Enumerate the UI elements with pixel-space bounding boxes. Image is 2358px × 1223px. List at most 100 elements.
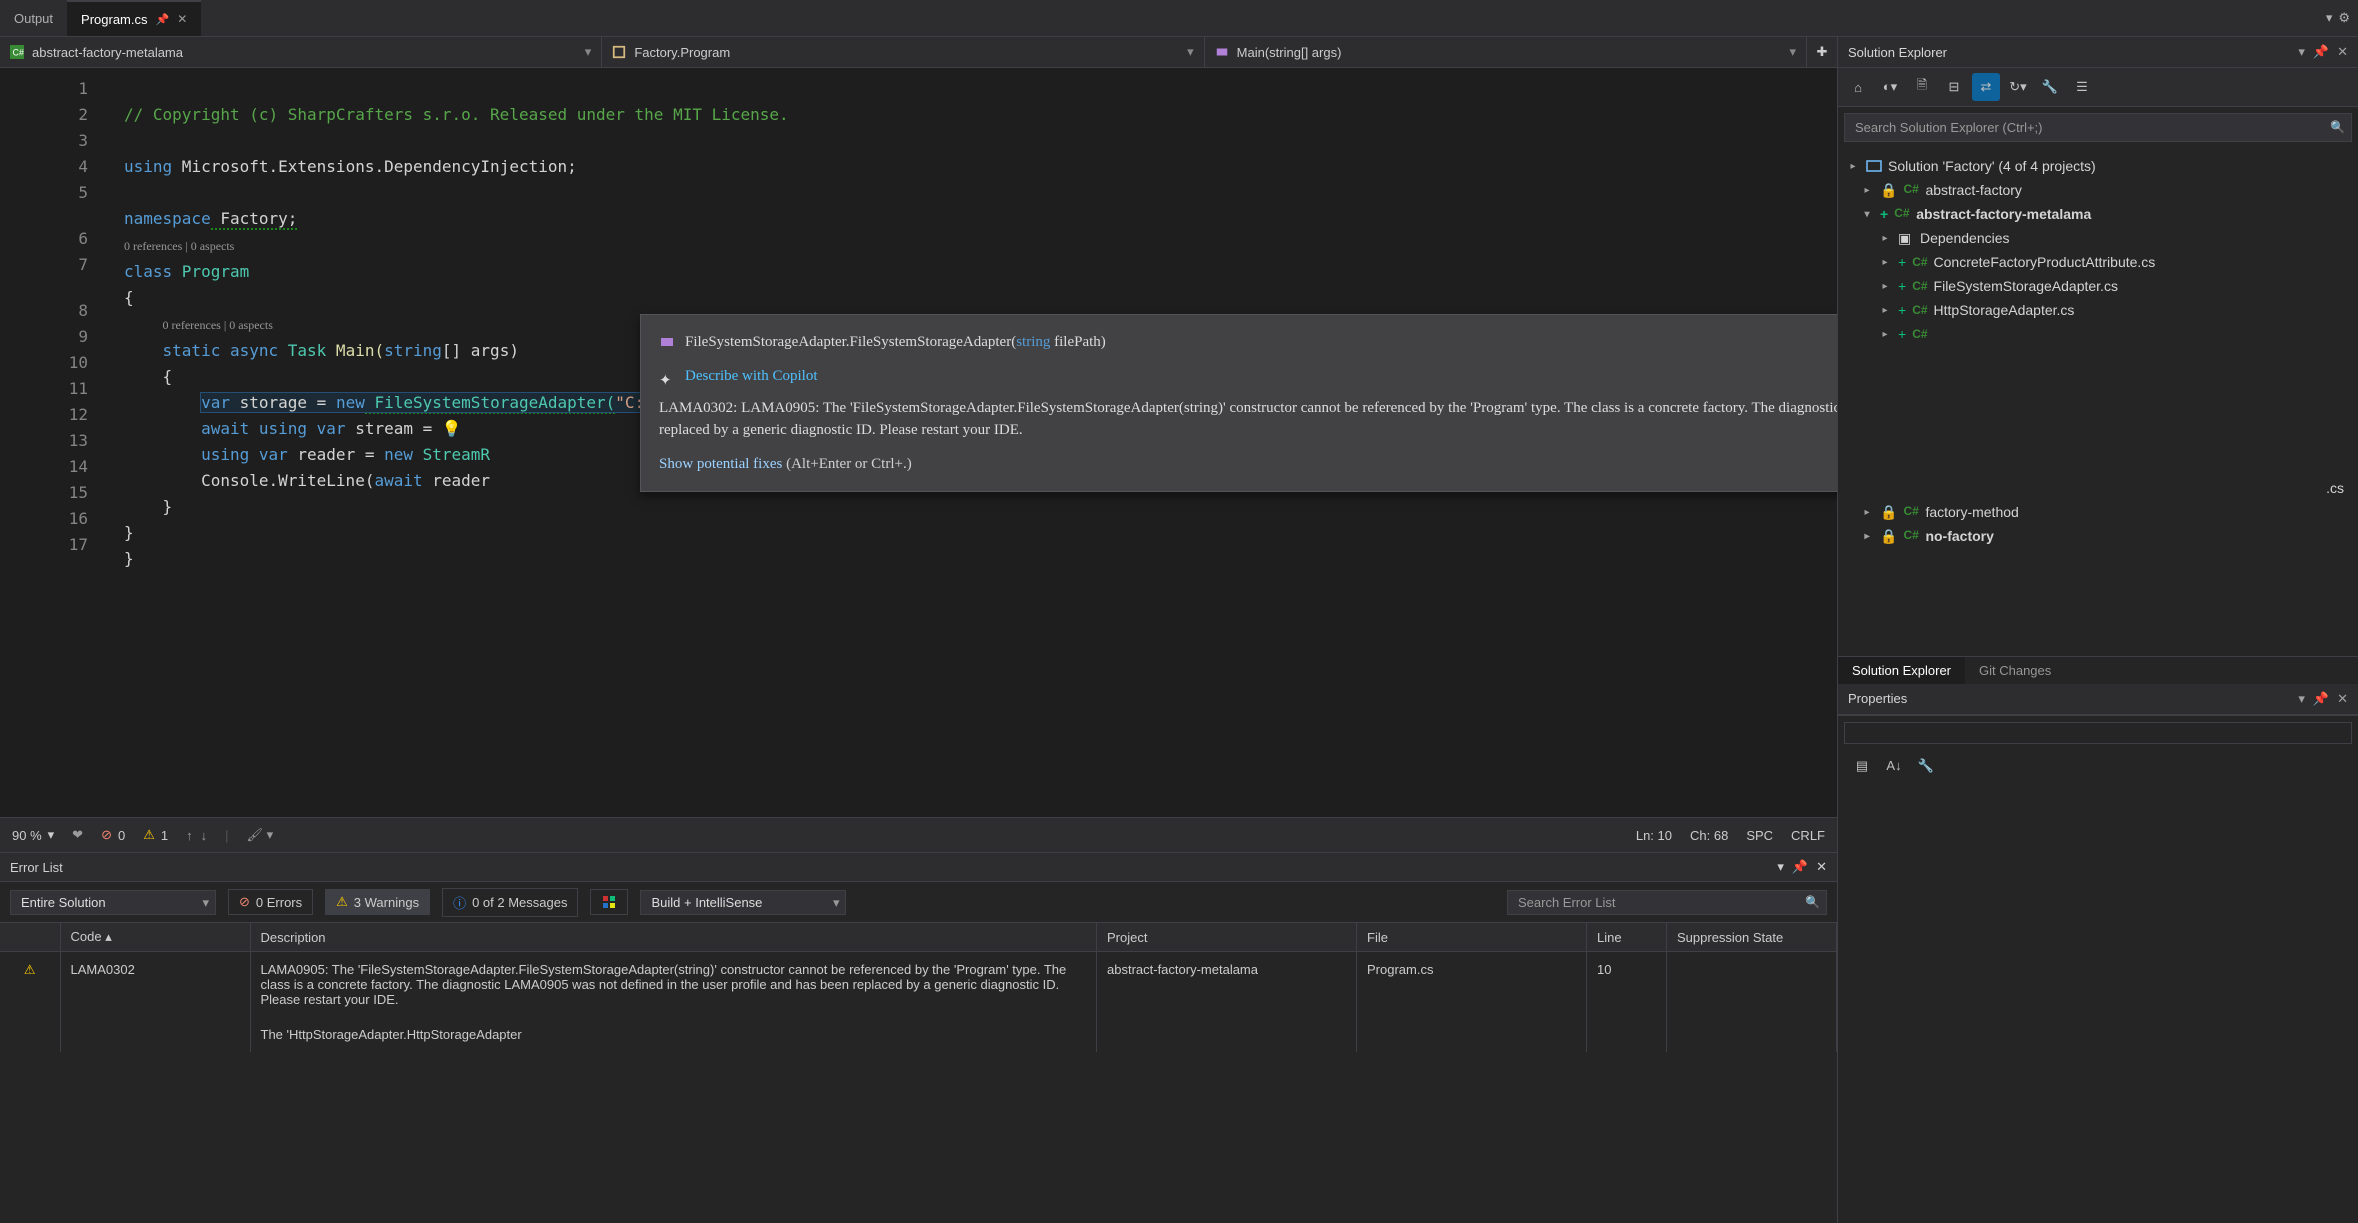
sync-with-document-icon[interactable]: ⇄ <box>1972 73 2000 101</box>
close-icon[interactable]: ✕ <box>1816 859 1827 875</box>
errors-toggle[interactable]: ⊘0 Errors <box>228 889 313 915</box>
method-icon <box>659 334 675 350</box>
warning-icon: ⚠ <box>24 962 36 977</box>
chevron-down-icon[interactable]: ▾ <box>2298 691 2305 707</box>
warning-count[interactable]: ⚠1 <box>143 827 168 843</box>
solution-icon <box>1866 158 1882 174</box>
col-code[interactable]: Code ▴ <box>60 923 250 952</box>
pin-icon[interactable]: 📌 <box>1792 859 1808 875</box>
tab-overflow-icon[interactable]: ▾ <box>2326 10 2333 26</box>
close-icon[interactable]: ✕ <box>2337 44 2348 60</box>
wrench-icon[interactable]: 🔧 <box>2036 73 2064 101</box>
codelens[interactable]: 0 references | 0 aspects <box>124 239 234 253</box>
nav-project-dropdown[interactable]: C# abstract-factory-metalama ▾ <box>0 37 602 67</box>
refresh-icon[interactable]: ↻▾ <box>2004 73 2032 101</box>
chevron-down-icon[interactable]: ▾ <box>1777 859 1784 875</box>
build-icon <box>601 894 617 910</box>
zoom-level[interactable]: 90 % ▾ <box>12 827 54 843</box>
lightbulb-icon[interactable]: 💡 <box>442 419 462 438</box>
properties-icon[interactable]: ☰ <box>2068 73 2096 101</box>
csharp-project-icon: C# <box>10 45 24 59</box>
line-indicator[interactable]: Ln: 10 <box>1636 828 1672 843</box>
char-indicator[interactable]: Ch: 68 <box>1690 828 1728 843</box>
arrow-up-icon[interactable]: ↑ <box>186 828 193 843</box>
project-node[interactable]: ▾+ C# abstract-factory-metalama <box>1842 202 2354 226</box>
panel-tabs: Solution Explorer Git Changes <box>1838 656 2358 684</box>
tab-output[interactable]: Output <box>0 0 67 36</box>
categorize-icon[interactable]: ▤ <box>1848 752 1876 780</box>
table-row[interactable]: The 'HttpStorageAdapter.HttpStorageAdapt… <box>0 1017 1837 1052</box>
col-file[interactable]: File <box>1357 923 1587 952</box>
project-node[interactable]: ▸🔒 C# no-factory <box>1842 524 2354 548</box>
solution-explorer-title: Solution Explorer ▾ 📌 ✕ <box>1838 37 2358 68</box>
pin-icon[interactable]: 📌 <box>156 13 170 26</box>
build-order-toggle[interactable] <box>590 889 628 915</box>
warnings-toggle[interactable]: ⚠3 Warnings <box>325 889 430 915</box>
file-node[interactable]: ▸+C# HttpStorageAdapter.cs <box>1842 298 2354 322</box>
arrow-down-icon[interactable]: ↓ <box>201 828 208 843</box>
error-list-panel: Error List ▾ 📌 ✕ Entire Solution ⊘0 Erro… <box>0 852 1837 1223</box>
line-number-gutter: 1234 567 89 10111213 14151617 <box>0 68 98 817</box>
col-line[interactable]: Line <box>1587 923 1667 952</box>
close-icon[interactable]: ✕ <box>177 12 187 26</box>
svg-text:C#: C# <box>13 48 24 58</box>
signature-text: FileSystemStorageAdapter.FileSystemStora… <box>685 329 1106 355</box>
file-node[interactable]: ▸+C# <box>1842 322 2354 346</box>
solution-explorer-toolbar: ⌂ ◐▾ 🗎 ⊟ ⇄ ↻▾ 🔧 ☰ <box>1838 68 2358 107</box>
col-description[interactable]: Description <box>250 923 1097 952</box>
table-row[interactable]: ⚠ LAMA0302 LAMA0905: The 'FileSystemStor… <box>0 952 1837 1018</box>
health-icon[interactable]: ❤ <box>72 827 83 843</box>
nav-member-dropdown[interactable]: Main(string[] args) ▾ <box>1205 37 1807 67</box>
switch-views-icon[interactable]: ◐▾ <box>1876 73 1904 101</box>
brush-icon[interactable]: 🖌 ▾ <box>247 827 274 843</box>
codelens[interactable]: 0 references | 0 aspects <box>163 318 273 332</box>
alphabetical-icon[interactable]: A↓ <box>1880 752 1908 780</box>
csharp-project-icon: C# <box>1903 182 1919 198</box>
method-icon <box>1215 45 1229 59</box>
open-file-icon[interactable]: 🗎 <box>1908 73 1936 101</box>
pin-icon[interactable]: 📌 <box>2313 691 2329 707</box>
collapse-all-icon[interactable]: ⊟ <box>1940 73 1968 101</box>
close-icon[interactable]: ✕ <box>2337 691 2348 707</box>
show-fixes-link[interactable]: Show potential fixes (Alt+Enter or Ctrl+… <box>659 451 1837 477</box>
properties-title: Properties ▾ 📌 ✕ <box>1838 684 2358 715</box>
solution-tree[interactable]: ▸ Solution 'Factory' (4 of 4 projects) ▸… <box>1838 148 2358 656</box>
project-node[interactable]: ▸🔒 C# abstract-factory <box>1842 178 2354 202</box>
line-ending-indicator[interactable]: CRLF <box>1791 828 1825 843</box>
file-node[interactable]: .cs <box>1842 476 2354 500</box>
gear-icon[interactable]: ⚙ <box>2338 10 2350 26</box>
col-suppression[interactable]: Suppression State <box>1667 923 1837 952</box>
csharp-project-icon: C# <box>1894 206 1910 222</box>
wrench-icon[interactable]: 🔧 <box>1912 752 1940 780</box>
describe-with-copilot-link[interactable]: Describe with Copilot <box>685 363 817 389</box>
tab-program-cs[interactable]: Program.cs 📌 ✕ <box>67 0 201 36</box>
error-list-search[interactable]: Search Error List <box>1507 890 1827 915</box>
home-icon[interactable]: ⌂ <box>1844 73 1872 101</box>
file-node[interactable]: ▸+C# ConcreteFactoryProductAttribute.cs <box>1842 250 2354 274</box>
chevron-down-icon: ▾ <box>1789 44 1796 60</box>
file-node[interactable]: ▸+C# FileSystemStorageAdapter.cs <box>1842 274 2354 298</box>
messages-toggle[interactable]: ⓘ0 of 2 Messages <box>442 888 578 917</box>
source-dropdown[interactable]: Build + IntelliSense <box>640 890 846 915</box>
class-icon <box>612 45 626 59</box>
pin-icon[interactable]: 📌 <box>2313 44 2329 60</box>
nav-class-dropdown[interactable]: Factory.Program ▾ <box>602 37 1204 67</box>
code-editor[interactable]: 1234 567 89 10111213 14151617 // Copyrig… <box>0 68 1837 817</box>
indentation-indicator[interactable]: SPC <box>1746 828 1773 843</box>
chevron-down-icon: ▾ <box>585 44 592 60</box>
solution-explorer-search[interactable]: Search Solution Explorer (Ctrl+;) <box>1844 113 2352 142</box>
properties-body: ▤ A↓ 🔧 <box>1838 715 2358 1223</box>
scope-dropdown[interactable]: Entire Solution <box>10 890 216 915</box>
editor-status-bar: 90 % ▾ ❤ ⊘0 ⚠1 ↑ ↓ | 🖌 ▾ Ln: 10 Ch: 68 S… <box>0 817 1837 852</box>
split-editor-icon[interactable]: ✚ <box>1807 37 1837 67</box>
diagnostic-message: LAMA0302: LAMA0905: The 'FileSystemStora… <box>659 397 1837 441</box>
tab-git-changes[interactable]: Git Changes <box>1965 657 2065 684</box>
error-count[interactable]: ⊘0 <box>101 827 125 843</box>
solution-node[interactable]: ▸ Solution 'Factory' (4 of 4 projects) <box>1842 154 2354 178</box>
dependencies-node[interactable]: ▸ ▣ Dependencies <box>1842 226 2354 250</box>
error-table[interactable]: Code ▴ Description Project File Line Sup… <box>0 923 1837 1052</box>
col-project[interactable]: Project <box>1097 923 1357 952</box>
tab-solution-explorer[interactable]: Solution Explorer <box>1838 657 1965 684</box>
chevron-down-icon[interactable]: ▾ <box>2298 44 2305 60</box>
project-node[interactable]: ▸🔒 C# factory-method <box>1842 500 2354 524</box>
